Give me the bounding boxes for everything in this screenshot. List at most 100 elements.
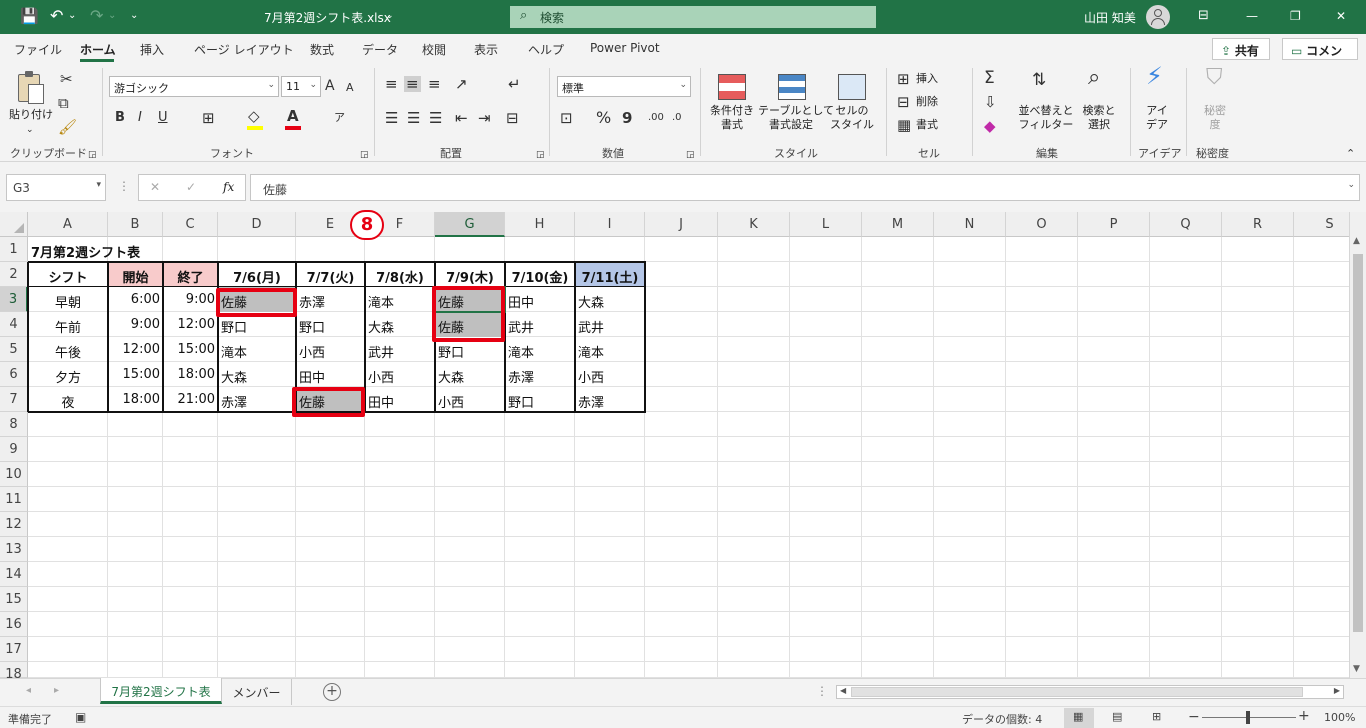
table-cell[interactable]: 大森: [435, 362, 505, 387]
zoom-out-button[interactable]: −: [1188, 709, 1200, 725]
table-cell[interactable]: 武井: [505, 312, 575, 337]
cancel-icon[interactable]: ✕: [150, 180, 160, 194]
accounting-format-icon[interactable]: ⊡: [560, 110, 573, 126]
table-cell[interactable]: 田中: [365, 387, 435, 412]
row-header-11[interactable]: 11: [0, 487, 28, 512]
row-header-4[interactable]: 4: [0, 312, 28, 337]
table-cell[interactable]: 15:00: [108, 362, 163, 387]
table-cell[interactable]: 早朝: [28, 287, 108, 312]
format-cells-button[interactable]: 書式: [916, 118, 938, 132]
redo-dropdown-icon[interactable]: ⌄: [108, 10, 116, 21]
decrease-decimal-icon[interactable]: .0: [672, 110, 682, 126]
column-header-r[interactable]: R: [1222, 212, 1294, 237]
table-cell[interactable]: 大森: [575, 287, 645, 312]
find-select-button[interactable]: 検索と 選択: [1078, 104, 1120, 132]
header-cell[interactable]: 7/11(土): [575, 262, 645, 287]
format-painter-icon[interactable]: 🖌: [58, 119, 77, 135]
orientation-icon[interactable]: ↗: [455, 76, 468, 92]
save-icon[interactable]: 💾: [20, 7, 39, 25]
prev-sheet-icon[interactable]: ◂: [26, 685, 31, 696]
row-header-13[interactable]: 13: [0, 537, 28, 562]
row-header-6[interactable]: 6: [0, 362, 28, 387]
insert-cells-button[interactable]: 挿入: [916, 72, 938, 86]
row-header-5[interactable]: 5: [0, 337, 28, 362]
table-cell[interactable]: 9:00: [108, 312, 163, 337]
column-header-c[interactable]: C: [163, 212, 218, 237]
ribbon-display-icon[interactable]: ⊟: [1198, 8, 1209, 23]
table-cell[interactable]: 大森: [218, 362, 296, 387]
table-cell[interactable]: 小西: [435, 387, 505, 412]
restore-icon[interactable]: ❐: [1290, 9, 1301, 23]
table-cell[interactable]: 12:00: [163, 312, 218, 337]
underline-icon[interactable]: U: [158, 110, 168, 126]
scroll-left-icon[interactable]: ◀: [840, 686, 846, 695]
scroll-up-icon[interactable]: ▲: [1353, 236, 1360, 246]
column-header-o[interactable]: O: [1006, 212, 1078, 237]
tab-home[interactable]: ホーム: [80, 41, 116, 58]
wrap-text-icon[interactable]: ↵: [508, 76, 521, 92]
tab-view[interactable]: 表示: [474, 41, 498, 58]
table-cell[interactable]: 15:00: [163, 337, 218, 362]
comment-button[interactable]: ▭ コメント: [1282, 38, 1358, 75]
table-cell[interactable]: 小西: [575, 362, 645, 387]
align-top-icon[interactable]: ≡: [385, 76, 398, 92]
user-name[interactable]: 山田 知美: [1084, 9, 1136, 26]
sort-filter-button[interactable]: 並べ替えと フィルター: [1018, 104, 1074, 132]
spreadsheet-grid[interactable]: ABCDEFGHIJKLMNOPQRS 1 2 3 4 5 6 7 8 9 10 11 12 13 14 1…: [0, 212, 1366, 678]
row-header-16[interactable]: 16: [0, 612, 28, 637]
minimize-icon[interactable]: —: [1246, 9, 1258, 23]
macro-record-icon[interactable]: ▣: [75, 710, 86, 724]
select-all-corner[interactable]: [0, 212, 28, 237]
header-cell[interactable]: 終了: [163, 262, 218, 287]
share-button[interactable]: ⇪ 共有: [1212, 38, 1270, 60]
grow-font-icon[interactable]: A: [325, 78, 335, 94]
row-header-10[interactable]: 10: [0, 462, 28, 487]
paste-button[interactable]: 貼り付け: [8, 108, 54, 122]
row-header-17[interactable]: 17: [0, 637, 28, 662]
header-cell[interactable]: 7/8(水): [365, 262, 435, 287]
row-header-8[interactable]: 8: [0, 412, 28, 437]
horizontal-scrollbar[interactable]: ◀ ▶: [836, 685, 1344, 699]
tab-power-pivot[interactable]: Power Pivot: [590, 41, 660, 55]
column-header-q[interactable]: Q: [1150, 212, 1222, 237]
sheet-tab-members[interactable]: メンバー: [222, 679, 292, 705]
column-header-g[interactable]: G: [435, 212, 505, 237]
table-cell[interactable]: 大森: [365, 312, 435, 337]
header-cell[interactable]: 7/9(木): [435, 262, 505, 287]
table-cell[interactable]: 夜: [28, 387, 108, 412]
increase-decimal-icon[interactable]: .00: [648, 110, 664, 126]
horizontal-scroll-thumb[interactable]: [851, 687, 1303, 697]
conditional-formatting-button[interactable]: 条件付き 書式: [706, 104, 758, 132]
search-box[interactable]: ⌕ 検索: [510, 6, 876, 28]
shrink-font-icon[interactable]: A: [346, 80, 354, 96]
table-cell[interactable]: 田中: [505, 287, 575, 312]
table-cell[interactable]: 午前: [28, 312, 108, 337]
scroll-down-icon[interactable]: ▼: [1353, 664, 1360, 674]
table-cell[interactable]: 18:00: [108, 387, 163, 412]
row-header-15[interactable]: 15: [0, 587, 28, 612]
table-cell[interactable]: 野口: [296, 312, 365, 337]
column-header-p[interactable]: P: [1078, 212, 1150, 237]
italic-icon[interactable]: I: [138, 110, 142, 126]
row-header-3[interactable]: 3: [0, 287, 28, 312]
increase-indent-icon[interactable]: ⇥: [478, 110, 491, 126]
column-header-a[interactable]: A: [28, 212, 108, 237]
formula-input[interactable]: 佐藤 ⌄: [250, 174, 1360, 201]
clipboard-launcher-icon[interactable]: ◲: [88, 147, 97, 163]
align-middle-icon[interactable]: ≡: [404, 76, 421, 92]
table-cell[interactable]: 滝本: [575, 337, 645, 362]
phonetic-icon[interactable]: ア: [334, 110, 345, 126]
add-sheet-button[interactable]: +: [323, 683, 341, 701]
row-header-1[interactable]: 1: [0, 237, 28, 262]
borders-icon[interactable]: ⊞: [202, 110, 215, 126]
font-name-select[interactable]: 游ゴシック ⌄: [109, 76, 279, 97]
autosum-icon[interactable]: Σ: [984, 70, 995, 87]
sheet-title-cell[interactable]: 7月第2週シフト表: [28, 237, 228, 262]
format-as-table-button[interactable]: テーブルとして 書式設定: [758, 104, 834, 132]
header-cell[interactable]: 7/7(火): [296, 262, 365, 287]
name-box[interactable]: G3 ▾: [6, 174, 106, 201]
zoom-in-button[interactable]: +: [1298, 708, 1310, 724]
row-header-12[interactable]: 12: [0, 512, 28, 537]
insert-cells-icon[interactable]: ⊞: [897, 71, 910, 87]
table-cell[interactable]: 小西: [365, 362, 435, 387]
